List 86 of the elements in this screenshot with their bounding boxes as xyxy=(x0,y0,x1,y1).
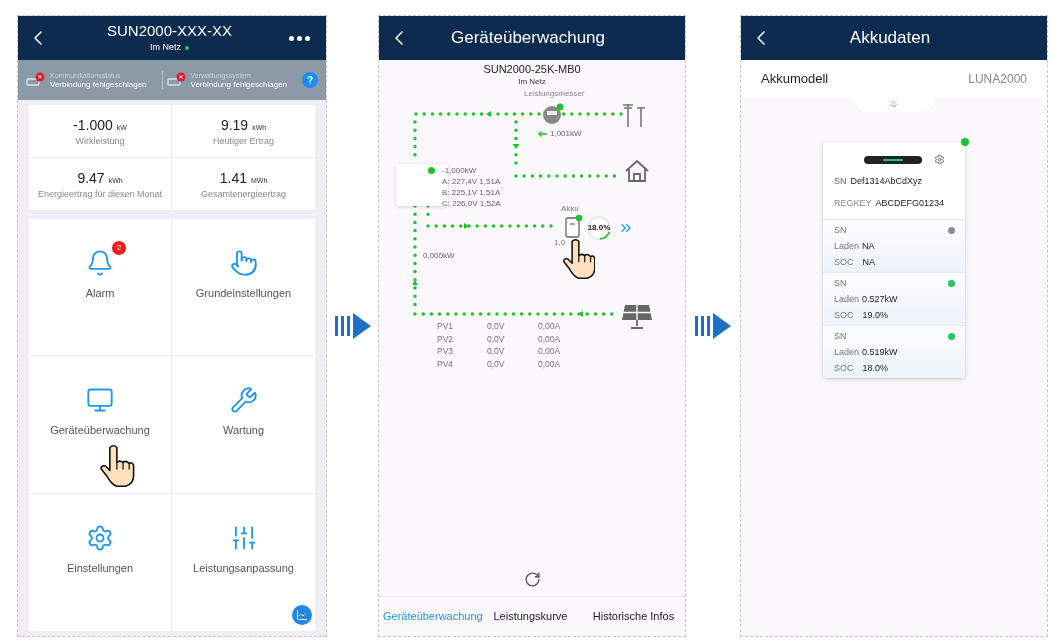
house-icon xyxy=(624,159,650,183)
module-sn-label: SN xyxy=(834,224,848,237)
regkey-label: REGKEY xyxy=(834,196,872,210)
regkey-value: ABCDEFG01234 xyxy=(875,196,945,210)
soc-label: SOC xyxy=(834,362,854,375)
pv-table-cell-text: 0,0V xyxy=(487,332,506,345)
inverter-reading: A: 227,4V 1,51A xyxy=(442,176,501,187)
alarm-count-badge: 2 xyxy=(112,240,126,255)
model-value: LUNA2000 xyxy=(968,71,1027,88)
device-status: Im Netz xyxy=(518,76,546,88)
soc-value: NA xyxy=(862,256,876,269)
pv-table-cell-text: 0,00A xyxy=(538,357,562,370)
metric-value: 9.47 xyxy=(77,169,105,188)
sn-label: SN xyxy=(834,175,847,188)
settings-icon[interactable] xyxy=(933,154,945,165)
solar-panel-icon xyxy=(621,304,653,330)
module-sn-label: SN xyxy=(834,330,848,343)
pv-table-cell-text: PV4 xyxy=(437,357,455,370)
battery-label: Akku xyxy=(561,203,579,215)
charge-value: NA xyxy=(862,240,875,253)
metric-label: Gesamtenergieertrag xyxy=(199,189,287,200)
chart-fab-button[interactable] xyxy=(292,605,312,625)
next-arrow-icon xyxy=(334,313,371,339)
device-status: Im Netz xyxy=(150,41,181,55)
settings-icon xyxy=(86,524,114,553)
pv-table-cell-text: 0,00A xyxy=(538,320,562,333)
soc-value: 18.0% xyxy=(862,362,889,375)
metric-label: Heutiger Ertrag xyxy=(212,136,275,147)
menu-tile[interactable]: Geräteüberwachung xyxy=(29,356,172,494)
battery-bar-icon xyxy=(863,155,922,164)
pv-table-cell-text: PV3 xyxy=(437,345,455,358)
meter-label: Leistungsmesser xyxy=(524,88,585,100)
charge-label: Laden xyxy=(834,346,860,359)
pv-flow-value: 0,000kW xyxy=(423,250,455,262)
pv-table-cell-text: 0,0V xyxy=(487,345,506,358)
status-value: Verbindung fehlgeschlagen xyxy=(190,80,288,89)
screen-title: Akkudaten xyxy=(848,27,932,50)
pv-table-cell-text: 0,00A xyxy=(538,345,562,358)
power-meter-icon xyxy=(542,103,564,125)
menu-tile[interactable]: Wartung xyxy=(172,356,315,494)
refresh-icon[interactable] xyxy=(524,571,541,588)
soc-label: SOC xyxy=(834,256,854,269)
soc-label: SOC xyxy=(834,309,854,322)
battery-icon xyxy=(565,214,583,238)
inverter-reading: -1,000kW xyxy=(442,165,478,176)
arrowhead-icon xyxy=(512,144,520,149)
inverter-reading: B: 225,1V 1,51A xyxy=(442,187,501,198)
pv-table-cell-text: PV2 xyxy=(437,332,455,345)
charge-label: Laden xyxy=(834,293,860,306)
device-model: SUN2000-25K-MB0 xyxy=(483,63,581,76)
power-pylon-icon xyxy=(622,102,648,128)
chevrons-down-icon xyxy=(888,98,900,110)
pv-table-cell-text: 0,0V xyxy=(487,320,506,333)
pv-table-cell-text: PV1 xyxy=(437,320,455,333)
arrow-left-icon xyxy=(538,131,547,137)
charge-value: 0.519kW xyxy=(862,346,898,359)
model-label: Akkumodell xyxy=(761,70,829,89)
soc-value: 19.0% xyxy=(862,309,889,322)
pv-table-cell-text: 0,0V xyxy=(487,357,506,370)
menu-tile[interactable]: 2 Alarm xyxy=(29,219,172,357)
metric-label: Energieertrag für diesen Monat xyxy=(36,189,164,200)
tab[interactable]: Historische Infos xyxy=(582,610,685,623)
grid-flow-value: 1,001kW xyxy=(550,128,582,140)
charge-value: 0.527kW xyxy=(862,293,898,306)
inverter-reading: C: 226,0V 1,52A xyxy=(442,198,501,209)
line-chart-icon xyxy=(296,609,308,621)
device-title: SUN2000-XXX-XX xyxy=(106,21,233,42)
tap-icon xyxy=(229,248,258,277)
bell-icon xyxy=(86,248,114,277)
module-sn-label: SN xyxy=(834,277,848,290)
metric-value: 9.19 xyxy=(220,116,249,135)
status-value: Verbindung fehlgeschlagen xyxy=(50,80,147,89)
metric-value: -1.000 xyxy=(73,116,113,135)
wrench-icon xyxy=(229,386,258,415)
battery-power: 1,0 xyxy=(554,237,566,249)
metric-label: Wirkleistung xyxy=(74,136,126,147)
menu-tile[interactable]: Grundeinstellungen xyxy=(172,219,315,357)
menu-tile[interactable]: Leistungsanpassung xyxy=(172,493,315,631)
screen-title: Geräteüberwachung xyxy=(449,27,606,50)
metric-value: 1.41 xyxy=(219,169,247,188)
pv-table-cell-text: 0,00A xyxy=(538,332,562,345)
next-arrow-icon xyxy=(695,313,731,339)
soc-value: 18.0% xyxy=(586,222,612,234)
sn-value: Def1314AbCdXyz xyxy=(850,175,923,188)
charge-label: Laden xyxy=(834,240,860,253)
menu-tile[interactable]: Einstellungen xyxy=(29,493,172,631)
